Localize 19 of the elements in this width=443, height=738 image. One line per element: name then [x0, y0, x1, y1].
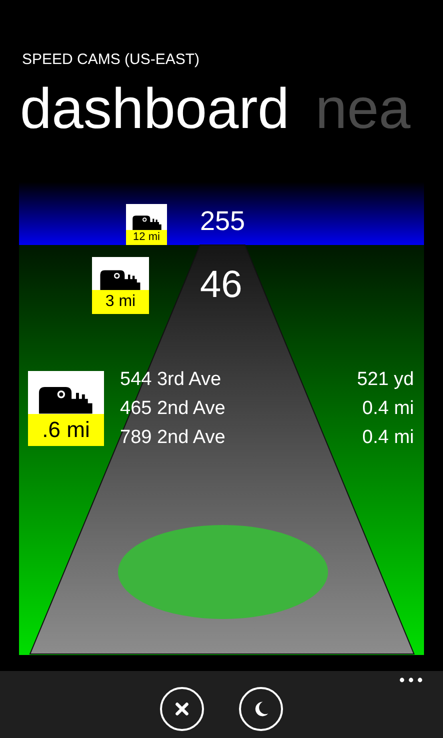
- camera-icon: [130, 214, 162, 230]
- close-button[interactable]: [160, 687, 204, 731]
- more-icon[interactable]: [399, 677, 423, 683]
- distance-label: .6 mi: [28, 414, 104, 446]
- camera-distance: 0.4 mi: [362, 426, 414, 450]
- distance-label: 3 mi: [92, 290, 149, 314]
- camera-icon: [98, 268, 143, 290]
- speed-limit: 255: [200, 206, 246, 237]
- moon-button[interactable]: [239, 687, 283, 731]
- camera-address: 465 2nd Ave: [120, 397, 226, 421]
- close-icon: [174, 701, 190, 717]
- camera-distance: 0.4 mi: [362, 397, 414, 421]
- camera-address: 544 3rd Ave: [120, 368, 222, 392]
- speed-limit: 46: [200, 264, 242, 307]
- pivot-header[interactable]: dashboard: [20, 77, 290, 143]
- app-title: SPEED CAMS (US-EAST): [22, 51, 201, 69]
- camera-address: 789 2nd Ave: [120, 426, 226, 450]
- distance-label: 12 mi: [126, 230, 167, 245]
- camera-distance: 521 yd: [356, 368, 414, 392]
